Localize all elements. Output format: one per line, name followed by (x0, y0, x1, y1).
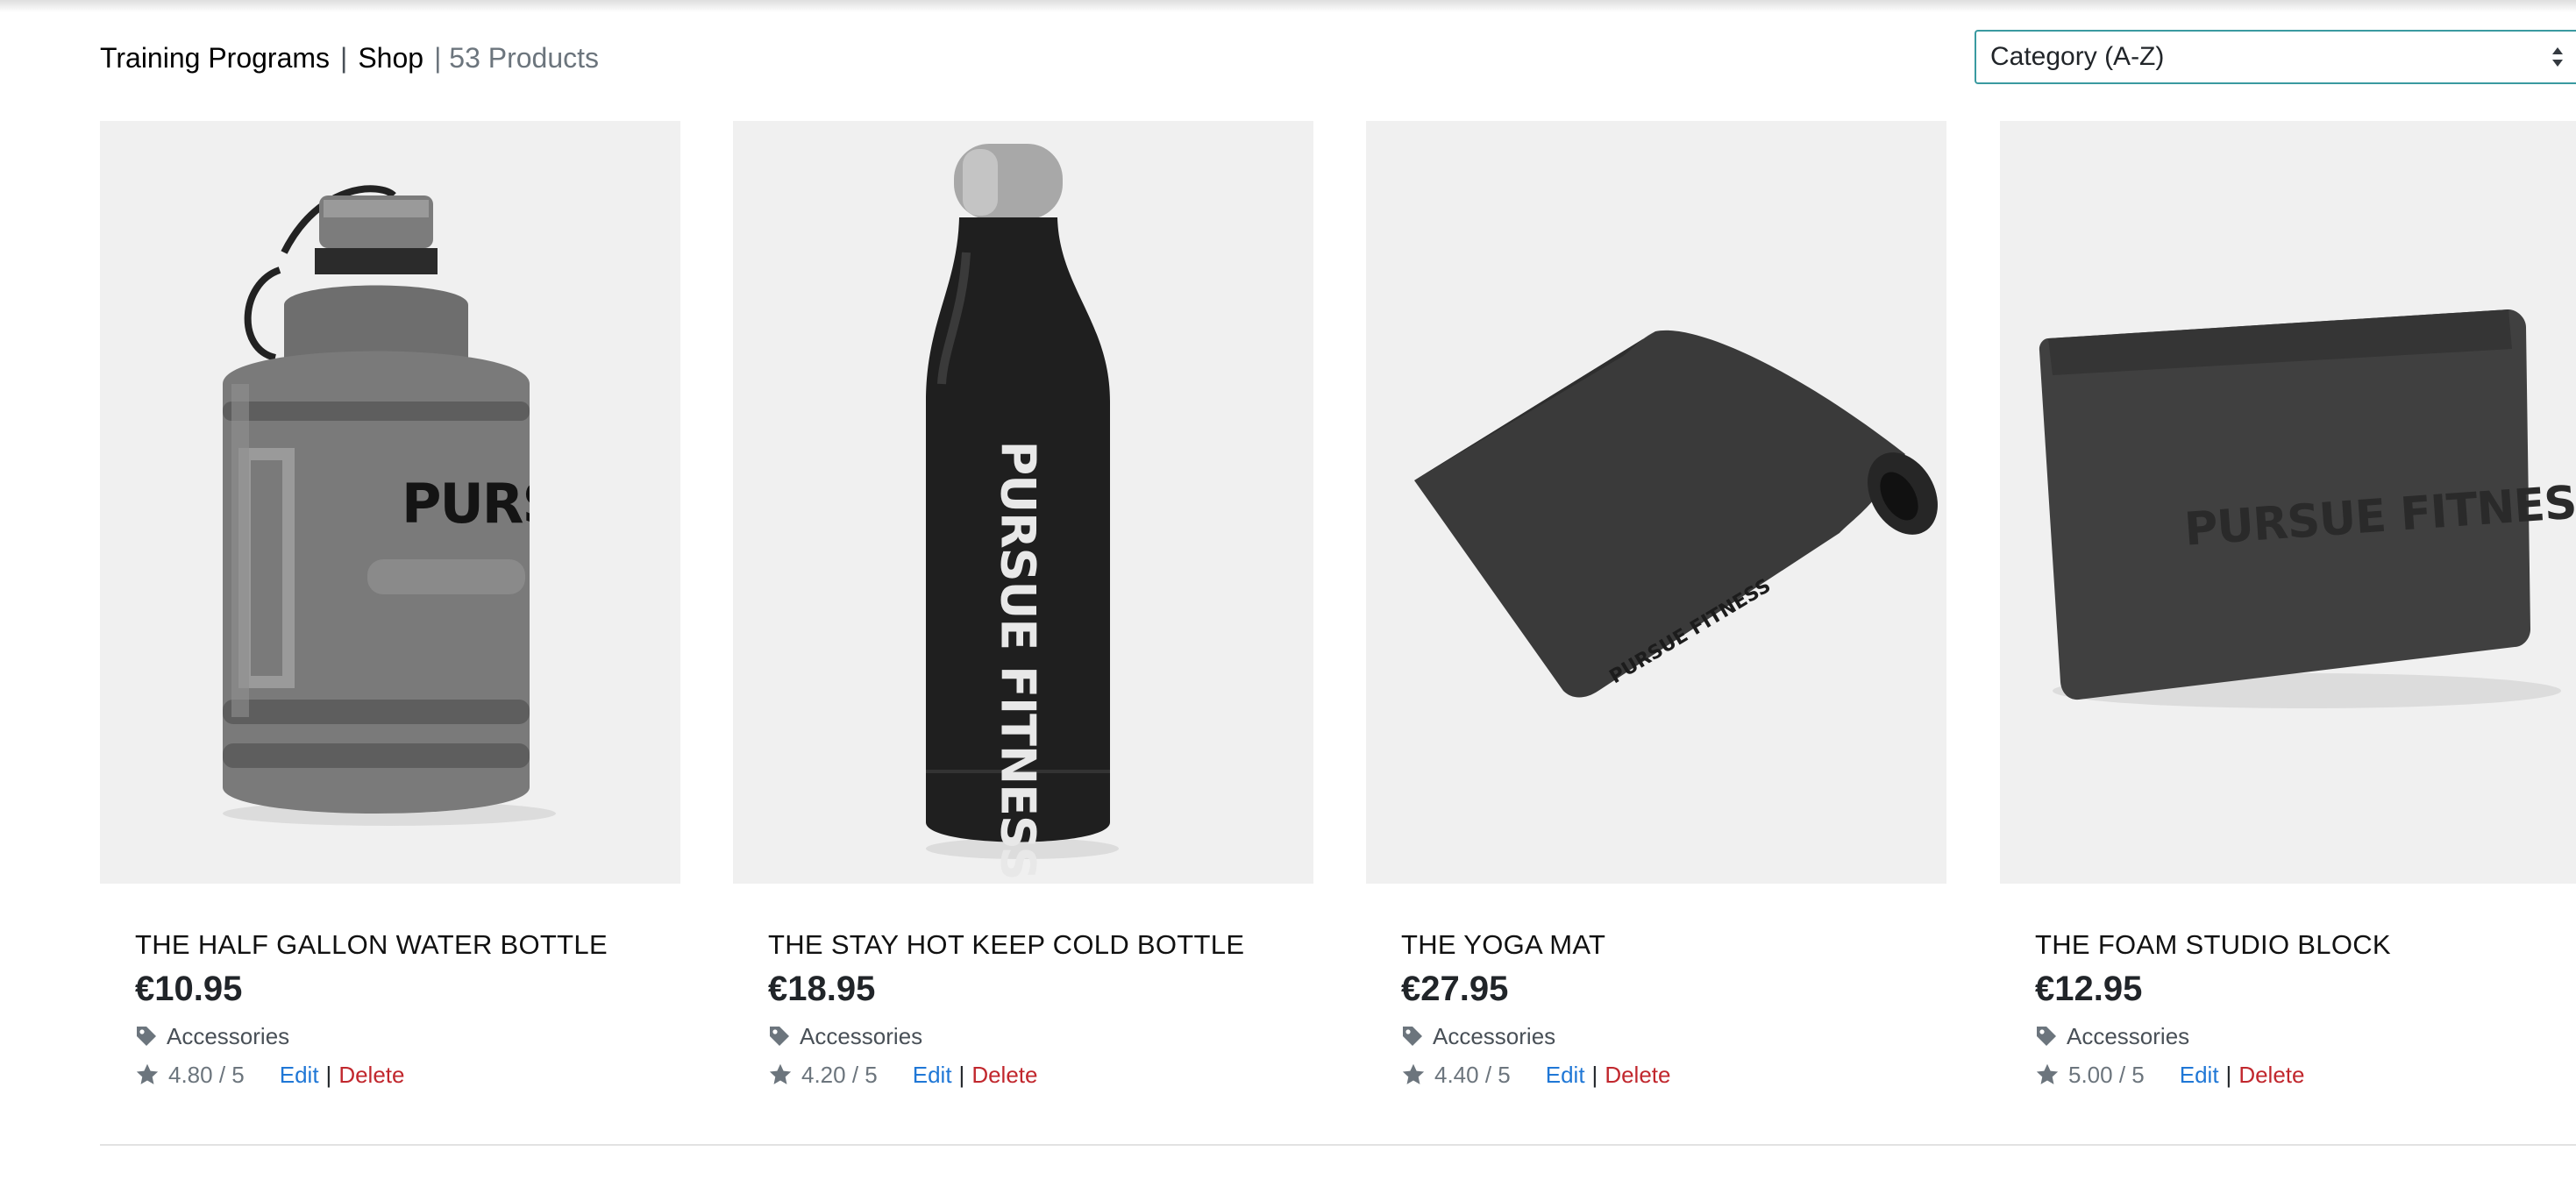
link-separator: | (958, 1062, 965, 1088)
edit-link[interactable]: Edit (1546, 1055, 1585, 1094)
product-price: €12.95 (2035, 970, 2143, 1008)
delete-link[interactable]: Delete (338, 1055, 404, 1094)
rating-value: 5.00 / 5 (2068, 1062, 2145, 1088)
product-price: €10.95 (135, 970, 243, 1008)
product-image[interactable]: PURSUE FITNESS (2000, 121, 2576, 884)
product-category[interactable]: Accessories (1401, 1017, 1911, 1055)
sort-select[interactable]: Category (A-Z) (1975, 30, 2576, 84)
product-title[interactable]: THE HALF GALLON WATER BOTTLE (135, 927, 645, 963)
product-title[interactable]: THE STAY HOT KEEP COLD BOTTLE (768, 927, 1278, 963)
product-rating-row: 4.80 / 5 Edit | Delete (135, 1055, 645, 1094)
product-card[interactable]: PURSUE THE HALF GALLON WATER BOTTLE €10.… (100, 121, 680, 1094)
breadcrumb: Training Programs | Shop | 53 Products (100, 35, 599, 81)
rating-value: 4.40 / 5 (1434, 1062, 1511, 1088)
link-separator: | (325, 1062, 332, 1088)
product-rating-row: 4.20 / 5 Edit | Delete (768, 1055, 1278, 1094)
link-separator: | (1591, 1062, 1598, 1088)
product-price: €18.95 (768, 970, 876, 1008)
rating-value: 4.20 / 5 (801, 1062, 878, 1088)
product-count: | 53 Products (434, 42, 600, 74)
header-shadow (0, 0, 2576, 12)
product-category[interactable]: Accessories (768, 1017, 1278, 1055)
tag-icon (770, 1027, 789, 1046)
product-category[interactable]: Accessories (2035, 1017, 2545, 1055)
category-label: Accessories (167, 1023, 290, 1049)
tag-icon (2037, 1027, 2056, 1046)
tag-icon (137, 1027, 156, 1046)
sort-arrows-icon (2552, 47, 2563, 67)
section-divider (100, 1144, 2576, 1146)
edit-link[interactable]: Edit (2180, 1055, 2219, 1094)
product-image[interactable]: PURSUE FITNESS (733, 121, 1313, 884)
category-label: Accessories (2067, 1023, 2190, 1049)
breadcrumb-shop[interactable]: Shop (358, 35, 423, 81)
sort-selected-value: Category (A-Z) (1990, 42, 2165, 71)
product-card[interactable]: PURSUE FITNESS THE FOAM STUDIO BLOCK €12… (2000, 121, 2576, 1094)
delete-link[interactable]: Delete (971, 1055, 1037, 1094)
rating-value: 4.80 / 5 (168, 1062, 245, 1088)
product-image[interactable]: PURSUE (100, 121, 680, 884)
category-label: Accessories (1433, 1023, 1556, 1049)
breadcrumb-training-programs[interactable]: Training Programs (100, 35, 330, 81)
star-icon (2036, 1063, 2059, 1084)
category-label: Accessories (800, 1023, 923, 1049)
product-title[interactable]: THE YOGA MAT (1401, 927, 1911, 963)
product-rating-row: 5.00 / 5 Edit | Delete (2035, 1055, 2545, 1094)
product-card[interactable]: PURSUE FITNESS THE STAY HOT KEEP COLD BO… (733, 121, 1313, 1094)
product-image[interactable]: PURSUE FITNESS (1366, 121, 1946, 884)
breadcrumb-separator: | (340, 42, 348, 74)
star-icon (136, 1063, 159, 1084)
product-price: €27.95 (1401, 970, 1509, 1008)
delete-link[interactable]: Delete (2238, 1055, 2304, 1094)
edit-link[interactable]: Edit (280, 1055, 319, 1094)
product-category[interactable]: Accessories (135, 1017, 645, 1055)
product-title[interactable]: THE FOAM STUDIO BLOCK (2035, 927, 2545, 963)
product-brand-print: PURSUE FITNESS (990, 440, 1046, 880)
tag-icon (1403, 1027, 1422, 1046)
star-icon (1402, 1063, 1425, 1084)
delete-link[interactable]: Delete (1605, 1055, 1670, 1094)
product-card[interactable]: PURSUE FITNESS THE YOGA MAT €27.95 Acces… (1366, 121, 1946, 1094)
product-brand-print: PURSUE (402, 472, 530, 536)
product-rating-row: 4.40 / 5 Edit | Delete (1401, 1055, 1911, 1094)
edit-link[interactable]: Edit (913, 1055, 952, 1094)
link-separator: | (2225, 1062, 2232, 1088)
star-icon (769, 1063, 792, 1084)
